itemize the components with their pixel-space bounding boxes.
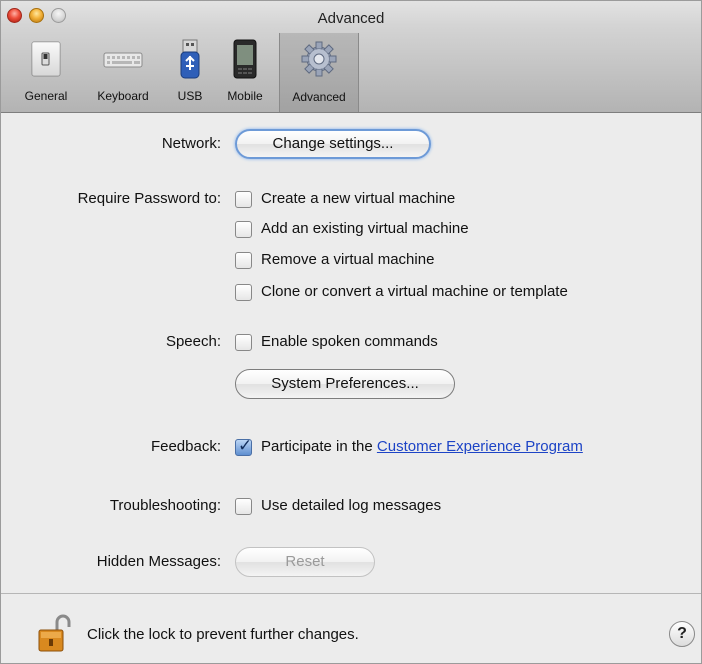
- checkbox-label: Remove a virtual machine: [261, 251, 435, 268]
- speech-label: Speech:: [165, 333, 221, 350]
- checkbox-label: Clone or convert a virtual machine or te…: [261, 283, 568, 300]
- toolbar-item-mobile[interactable]: Mobile: [215, 35, 275, 109]
- troubleshooting-label: Troubleshooting:: [109, 497, 221, 514]
- checkmark-icon: ✓: [238, 436, 253, 456]
- toolbar-item-general[interactable]: General: [13, 35, 79, 109]
- keyboard-icon: [103, 52, 143, 68]
- lock-status-text: Click the lock to prevent further change…: [87, 626, 359, 643]
- checkbox-label: Enable spoken commands: [261, 333, 438, 350]
- usb-icon: [180, 39, 200, 79]
- general-switch-icon: [31, 41, 61, 77]
- checkbox-label: Use detailed log messages: [261, 497, 442, 514]
- toolbar-label-usb: USB: [177, 89, 203, 103]
- toolbar-label-keyboard: Keyboard: [97, 89, 149, 103]
- title-toolbar: Advanced General Keyboard USB Mobile Adv…: [1, 1, 701, 113]
- window-title: Advanced: [317, 10, 385, 27]
- toolbar-label-advanced: Advanced: [292, 90, 346, 104]
- system-preferences-button[interactable]: System Preferences...: [235, 369, 455, 399]
- checkbox-box[interactable]: [235, 284, 252, 301]
- gear-icon: [301, 41, 337, 77]
- feedback-label: Feedback:: [150, 438, 221, 455]
- checkbox-box[interactable]: [235, 334, 252, 351]
- divider: [1, 593, 701, 594]
- checkbox-box-checked[interactable]: ✓: [235, 436, 253, 456]
- mobile-phone-icon: [233, 39, 257, 79]
- change-settings-button[interactable]: Change settings...: [235, 129, 431, 159]
- checkbox-label: Add an existing virtual machine: [261, 220, 469, 237]
- customer-experience-program-link[interactable]: Customer Experience Program: [377, 438, 583, 455]
- hidden-messages-label: Hidden Messages:: [96, 553, 221, 570]
- toolbar-label-mobile: Mobile: [227, 89, 263, 103]
- preferences-window: Advanced General Keyboard USB Mobile Adv…: [0, 0, 702, 664]
- feedback-prefix: Participate in the: [261, 438, 377, 455]
- toolbar-item-advanced[interactable]: Advanced: [279, 33, 359, 112]
- checkbox-label: Create a new virtual machine: [261, 190, 456, 207]
- checkbox-box[interactable]: [235, 252, 252, 269]
- toolbar-item-usb[interactable]: USB: [167, 35, 213, 109]
- help-button[interactable]: ?: [669, 621, 695, 647]
- reset-button: Reset: [235, 547, 375, 577]
- checkbox-box[interactable]: [235, 191, 252, 208]
- toolbar-label-general: General: [24, 89, 68, 103]
- checkbox-box[interactable]: [235, 498, 252, 515]
- open-lock-icon[interactable]: [37, 613, 73, 653]
- toolbar-item-keyboard[interactable]: Keyboard: [83, 35, 163, 109]
- require-password-label: Require Password to:: [77, 190, 221, 207]
- checkbox-box[interactable]: [235, 221, 252, 238]
- checkbox-label: Participate in the Customer Experience P…: [261, 438, 583, 455]
- network-label: Network:: [161, 135, 221, 152]
